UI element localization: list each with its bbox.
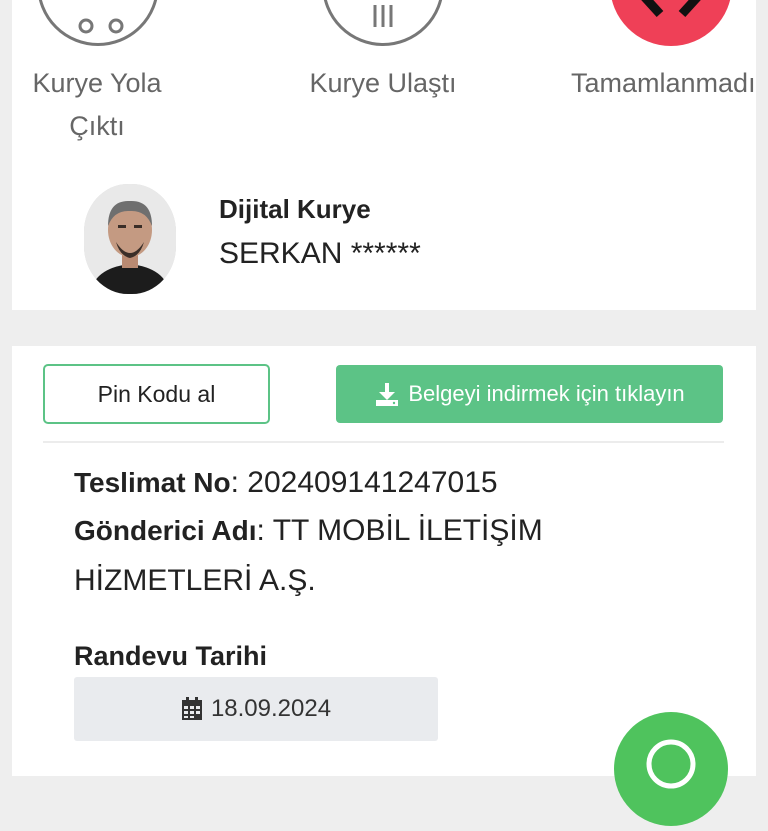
tracking-number-row: Teslimat No: 202409141247015 <box>74 466 498 499</box>
courier-name: SERKAN ****** <box>219 237 421 270</box>
status-label-arrived: Kurye Ulaştı <box>309 68 457 98</box>
appointment-label: Randevu Tarihi <box>74 641 268 671</box>
sender-row: Gönderici Adı: TT MOBİL İLETİŞİM <box>74 514 543 547</box>
courier-title: Dijital Kurye <box>219 194 371 224</box>
appointment-date-field[interactable]: 18.09.2024 <box>74 677 438 741</box>
download-button-label: Belgeyi indirmek için tıklayın <box>408 381 685 406</box>
sender-label: Gönderici Adı <box>74 515 257 546</box>
avatar <box>84 184 176 294</box>
tracking-label: Teslimat No <box>74 467 231 498</box>
download-icon <box>374 381 400 407</box>
status-label-incomplete: Tamamlanmadı <box>571 68 756 98</box>
whatsapp-icon <box>646 739 696 789</box>
close-icon <box>610 0 732 46</box>
sender-value-line2: HİZMETLERİ A.Ş. <box>74 564 316 597</box>
status-label-on-way-line2: Çıktı <box>69 111 125 141</box>
courier-on-way-icon <box>37 0 159 46</box>
sender-value: TT MOBİL İLETİŞİM <box>272 514 543 547</box>
status-card: Kurye Yola Çıktı Kurye Ulaştı Tamamlanma… <box>12 0 756 310</box>
get-pin-code-button[interactable]: Pin Kodu al <box>43 364 270 424</box>
status-label-on-way: Kurye Yola <box>32 68 162 98</box>
divider <box>43 441 724 443</box>
download-document-button[interactable]: Belgeyi indirmek için tıklayın <box>336 365 723 423</box>
calendar-icon <box>181 697 203 721</box>
courier-arrived-icon <box>322 0 444 46</box>
tracking-value: 202409141247015 <box>247 466 498 499</box>
whatsapp-button[interactable] <box>614 712 728 826</box>
appointment-date-value: 18.09.2024 <box>210 695 332 722</box>
